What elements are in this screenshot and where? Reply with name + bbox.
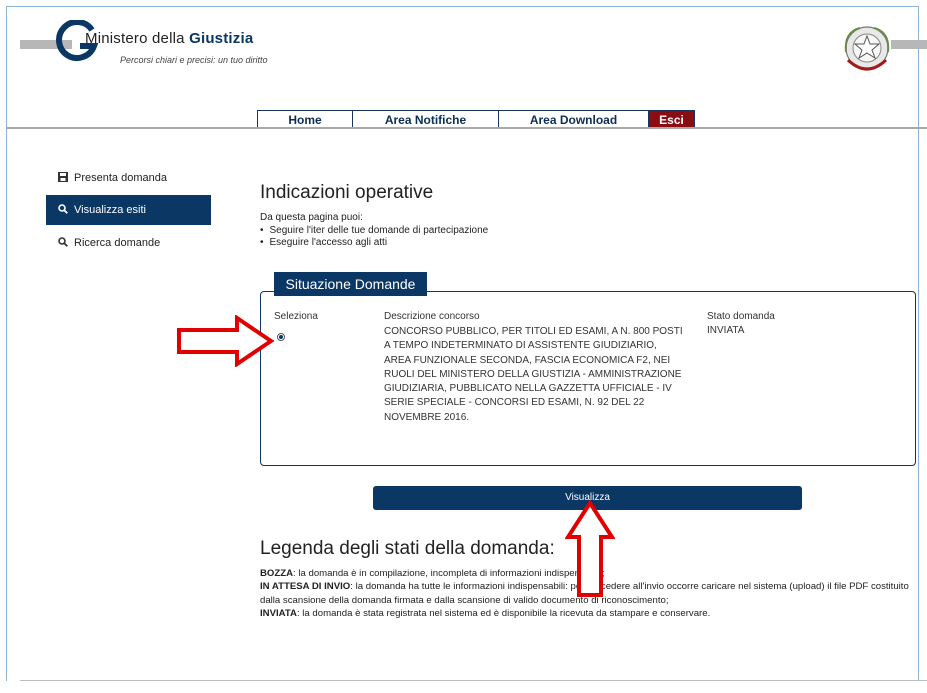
brand-title: Ministero della Giustizia: [85, 30, 254, 47]
column-header-descrizione: Descrizione concorso: [384, 311, 480, 322]
intro-bullet: Eseguire l'accesso agli atti: [260, 237, 488, 250]
sidebar-item-label: Ricerca domande: [74, 237, 161, 249]
header-bar-right: [891, 40, 927, 49]
panel-title: Situazione Domande: [274, 272, 427, 296]
column-header-stato: Stato domanda: [707, 311, 775, 322]
nav-divider: [6, 127, 927, 129]
legend-title: Legenda degli stati della domanda:: [260, 538, 555, 559]
page-title: Indicazioni operative: [260, 182, 434, 203]
search-icon: [58, 236, 70, 250]
concorso-description: CONCORSO PUBBLICO, PER TITOLI ED ESAMI, …: [384, 326, 683, 423]
footer-divider: [20, 680, 927, 681]
legend-item-inviata: INVIATA: la domanda è stata registrata n…: [260, 608, 711, 620]
arrow-up-annotation-icon: [565, 500, 615, 597]
intro-lead: Da questa pagina puoi:: [260, 212, 363, 223]
arrow-right-annotation-icon: [177, 315, 274, 367]
intro-list: Seguire l'iter delle tue domande di part…: [260, 225, 489, 250]
sidebar-item-label: Presenta domanda: [74, 172, 167, 184]
republic-emblem-icon: [844, 26, 890, 71]
save-icon: [58, 171, 70, 185]
sidebar-item-presenta-domanda[interactable]: Presenta domanda: [46, 163, 211, 193]
stato-value: INVIATA: [707, 325, 745, 336]
sidebar-item-visualizza-esiti[interactable]: Visualizza esiti: [46, 195, 211, 225]
sidebar-item-ricerca-domande[interactable]: Ricerca domande: [46, 228, 211, 258]
intro-bullet: Seguire l'iter delle tue domande di part…: [260, 225, 489, 238]
brand-tagline: Percorsi chiari e precisi: un tuo diritt…: [120, 55, 268, 65]
search-icon: [58, 203, 70, 217]
sidebar-item-label: Visualizza esiti: [74, 204, 146, 216]
intro-text: Da questa pagina puoi: Seguire l'iter de…: [260, 212, 488, 250]
column-header-seleziona: Seleziona: [274, 311, 318, 322]
select-radio[interactable]: [277, 333, 285, 341]
